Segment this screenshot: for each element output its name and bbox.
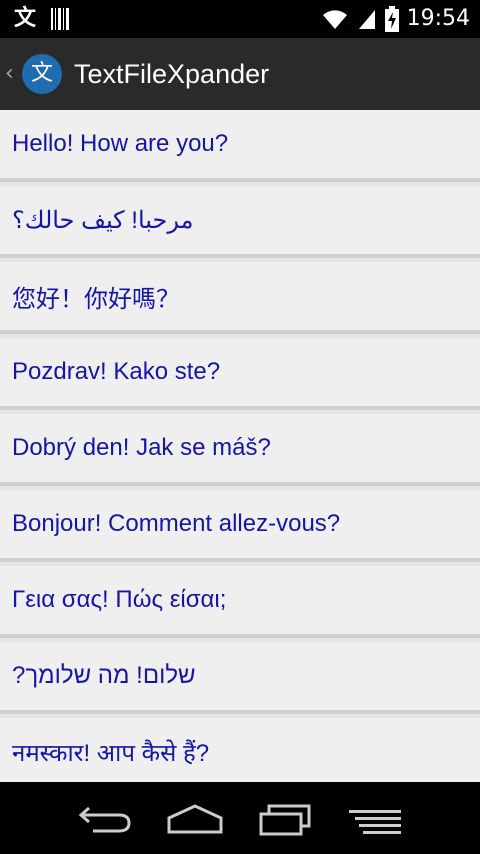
list-item-text: नमस्कार! आप कैसे हैं? xyxy=(12,739,210,767)
list-item-text: Pozdrav! Kako ste? xyxy=(12,358,221,385)
wifi-icon xyxy=(322,10,347,29)
chevron-left-icon: ‹ xyxy=(5,61,14,86)
recents-button[interactable] xyxy=(255,802,315,836)
list-item[interactable]: Hello! How are you? xyxy=(0,110,480,182)
navigation-bar xyxy=(0,782,480,854)
list-item-text: Bonjour! Comment allez-vous? xyxy=(12,510,341,537)
list-item-text: שלום! מה שלומך? xyxy=(12,662,196,689)
list-item[interactable]: Dobrý den! Jak se máš? xyxy=(0,414,480,486)
menu-button[interactable] xyxy=(345,802,405,836)
list-item-text: Hello! How are you? xyxy=(12,130,229,157)
list-item-text: 您好！你好嗎？ xyxy=(12,285,180,313)
list-item[interactable]: Bonjour! Comment allez-vous? xyxy=(0,490,480,562)
list-item[interactable]: Pozdrav! Kako ste? xyxy=(0,338,480,410)
list-item[interactable]: Γεια σας! Πώς είσαι; xyxy=(0,566,480,638)
phrase-list: Hello! How are you? مرحبا! كيف حالك؟ 您好！… xyxy=(0,110,480,782)
home-button[interactable] xyxy=(165,802,225,836)
barcode-notification-icon xyxy=(51,8,70,30)
home-icon xyxy=(167,804,223,834)
list-item[interactable]: مرحبا! كيف حالك؟ xyxy=(0,186,480,258)
app-title: TextFileXpander xyxy=(74,59,270,89)
list-item-text: Dobrý den! Jak se máš? xyxy=(12,434,271,461)
menu-icon xyxy=(349,810,401,834)
back-icon xyxy=(78,806,131,833)
list-item[interactable]: שלום! מה שלומך? xyxy=(0,642,480,714)
list-item-text: مرحبا! كيف حالك؟ xyxy=(12,206,194,234)
battery-charging-icon xyxy=(384,6,399,32)
list-item[interactable]: 您好！你好嗎？ xyxy=(0,262,480,334)
translate-notification-icon: 文 xyxy=(14,6,37,31)
recents-icon xyxy=(259,804,311,836)
status-time: 19:54 xyxy=(406,6,470,31)
app-home-up-button[interactable]: ‹ 文 xyxy=(0,38,70,110)
status-bar: 文 19:54 xyxy=(0,0,480,38)
cell-signal-icon xyxy=(358,10,375,29)
list-item[interactable]: नमस्कार! आप कैसे हैं? xyxy=(0,718,480,782)
list-item-text: Γεια σας! Πώς είσαι; xyxy=(12,586,227,613)
app-icon: 文 xyxy=(22,54,62,94)
action-bar: ‹ 文 TextFileXpander xyxy=(0,38,480,110)
back-button[interactable] xyxy=(75,802,135,836)
